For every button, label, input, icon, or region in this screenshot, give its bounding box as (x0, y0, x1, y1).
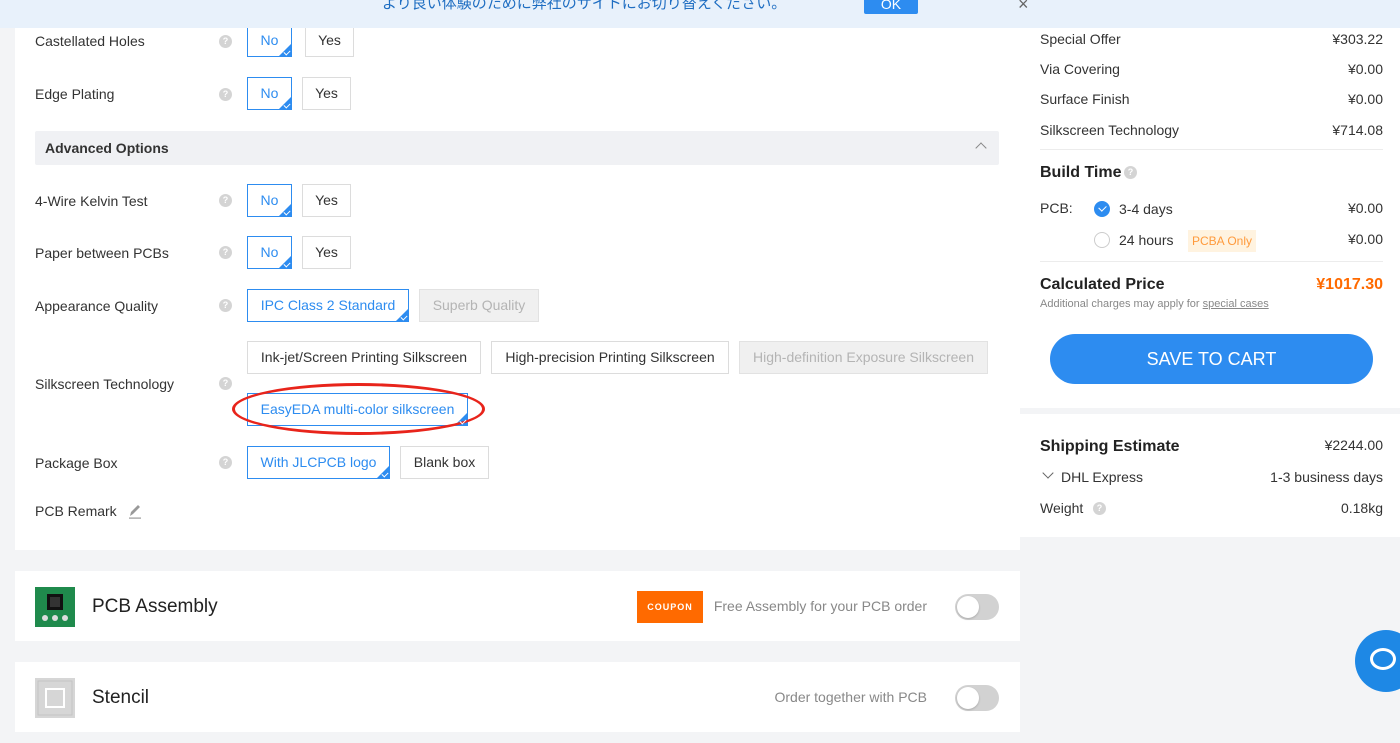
highlight-ellipse (232, 383, 485, 435)
silkscreen-high-precision[interactable]: High-precision Printing Silkscreen (491, 341, 729, 374)
toggle-knob (957, 687, 979, 709)
calculated-price-value: ¥1017.30 (1316, 276, 1383, 293)
summary-value: ¥0.00 (1347, 61, 1383, 77)
build-time-title: Build Time (1040, 164, 1122, 181)
silkscreen-high-definition: High-definition Exposure Silkscreen (739, 341, 988, 374)
chevron-down-icon[interactable] (1042, 467, 1054, 479)
help-icon[interactable]: ? (219, 299, 232, 312)
chat-icon (1370, 648, 1396, 670)
summary-label: Surface Finish (1040, 91, 1130, 107)
pcba-only-badge: PCBA Only (1188, 230, 1257, 252)
stencil-toggle[interactable] (955, 685, 999, 711)
summary-value: ¥303.22 (1332, 31, 1383, 47)
package-box-label: Package Box (35, 455, 118, 471)
summary-label: Special Offer (1040, 31, 1121, 47)
pcb-remark-label: PCB Remark (35, 503, 117, 519)
special-cases-link[interactable]: special cases (1203, 298, 1269, 310)
edge-plating-label: Edge Plating (35, 86, 115, 102)
language-banner: より良い体験のために弊社のサイトにお切り替えください。 OK × (0, 0, 1400, 28)
divider (1040, 261, 1383, 262)
package-jlcpcb-logo[interactable]: With JLCPCB logo (247, 446, 390, 479)
pcb-build-label: PCB: (1040, 200, 1073, 216)
help-icon[interactable]: ? (219, 456, 232, 469)
paper-between-no[interactable]: No (247, 236, 292, 269)
assembly-note: Free Assembly for your PCB order (713, 598, 927, 614)
help-icon[interactable]: ? (219, 35, 232, 48)
help-icon[interactable]: ? (1093, 502, 1106, 515)
save-to-cart-button[interactable]: SAVE TO CART (1050, 334, 1373, 384)
appearance-ipc-class2[interactable]: IPC Class 2 Standard (247, 289, 409, 322)
summary-label: Via Covering (1040, 61, 1120, 77)
pcb-options-panel: Castellated Holes ? No Yes Edge Plating … (15, 0, 1020, 550)
stencil-title: Stencil (92, 687, 150, 708)
pcb-assembly-card: PCB Assembly COUPON Free Assembly for yo… (15, 571, 1020, 641)
carrier-time: 1-3 business days (1270, 469, 1383, 485)
castellated-holes-yes[interactable]: Yes (305, 24, 354, 57)
silkscreen-tech-label: Silkscreen Technology (35, 376, 175, 392)
stencil-card: Stencil Order together with PCB (15, 662, 1020, 732)
help-icon[interactable]: ? (219, 246, 232, 259)
toggle-knob (957, 596, 979, 618)
banner-close-icon[interactable]: × (1018, 0, 1029, 15)
edge-plating-yes[interactable]: Yes (302, 77, 351, 110)
stencil-icon (35, 678, 75, 718)
weight-value: 0.18kg (1340, 500, 1383, 516)
shipping-estimate-value: ¥2244.00 (1324, 437, 1383, 453)
summary-label: Silkscreen Technology (1040, 122, 1180, 138)
help-icon[interactable]: ? (219, 88, 232, 101)
appearance-superb-quality: Superb Quality (419, 289, 539, 322)
silkscreen-inkjet[interactable]: Ink-jet/Screen Printing Silkscreen (247, 341, 481, 374)
castellated-holes-no[interactable]: No (247, 24, 292, 57)
chevron-up-icon[interactable] (975, 142, 987, 154)
banner-text: より良い体験のために弊社のサイトにお切り替えください。 (382, 0, 787, 12)
stencil-note: Order together with PCB (774, 689, 927, 705)
summary-value: ¥0.00 (1347, 91, 1383, 107)
price-summary-panel: Special Offer ¥303.22 Via Covering ¥0.00… (1020, 0, 1400, 408)
edge-plating-no[interactable]: No (247, 77, 292, 110)
help-icon[interactable]: ? (1124, 166, 1137, 179)
appearance-quality-label: Appearance Quality (35, 298, 158, 314)
summary-value: ¥714.08 (1332, 122, 1383, 138)
pcb-assembly-title: PCB Assembly (92, 596, 218, 617)
build-time-radio-24-hours[interactable] (1094, 232, 1110, 248)
divider (1040, 149, 1383, 150)
pcb-chip-icon (35, 587, 75, 627)
carrier-name[interactable]: DHL Express (1061, 469, 1143, 485)
chat-button[interactable] (1355, 630, 1400, 692)
build-time-option-value: ¥0.00 (1347, 200, 1383, 216)
paper-between-label: Paper between PCBs (35, 245, 169, 261)
assembly-toggle[interactable] (955, 594, 999, 620)
coupon-badge: COUPON (637, 591, 703, 623)
advanced-options-title: Advanced Options (45, 140, 169, 156)
paper-between-yes[interactable]: Yes (302, 236, 351, 269)
build-time-radio-3-4-days[interactable] (1094, 201, 1110, 217)
weight-label: Weight (1040, 500, 1084, 516)
banner-ok-button[interactable]: OK (864, 0, 918, 14)
kelvin-test-yes[interactable]: Yes (302, 184, 351, 217)
build-time-option-label[interactable]: 24 hours (1119, 232, 1173, 248)
castellated-holes-label: Castellated Holes (35, 33, 145, 49)
note-text: Additional charges may apply for (1040, 298, 1203, 310)
help-icon[interactable]: ? (219, 194, 232, 207)
shipping-estimate-panel: Shipping Estimate ¥2244.00 DHL Express 1… (1020, 414, 1400, 537)
build-time-option-value: ¥0.00 (1347, 231, 1383, 247)
kelvin-test-label: 4-Wire Kelvin Test (35, 193, 148, 209)
shipping-estimate-title: Shipping Estimate (1040, 438, 1180, 455)
additional-charges-note: Additional charges may apply for special… (1040, 298, 1269, 310)
kelvin-test-no[interactable]: No (247, 184, 292, 217)
pencil-icon[interactable] (128, 503, 142, 519)
package-blank-box[interactable]: Blank box (400, 446, 489, 479)
build-time-option-label[interactable]: 3-4 days (1119, 201, 1173, 217)
advanced-options-header[interactable]: Advanced Options (35, 131, 999, 165)
help-icon[interactable]: ? (219, 377, 232, 390)
calculated-price-label: Calculated Price (1040, 276, 1165, 293)
